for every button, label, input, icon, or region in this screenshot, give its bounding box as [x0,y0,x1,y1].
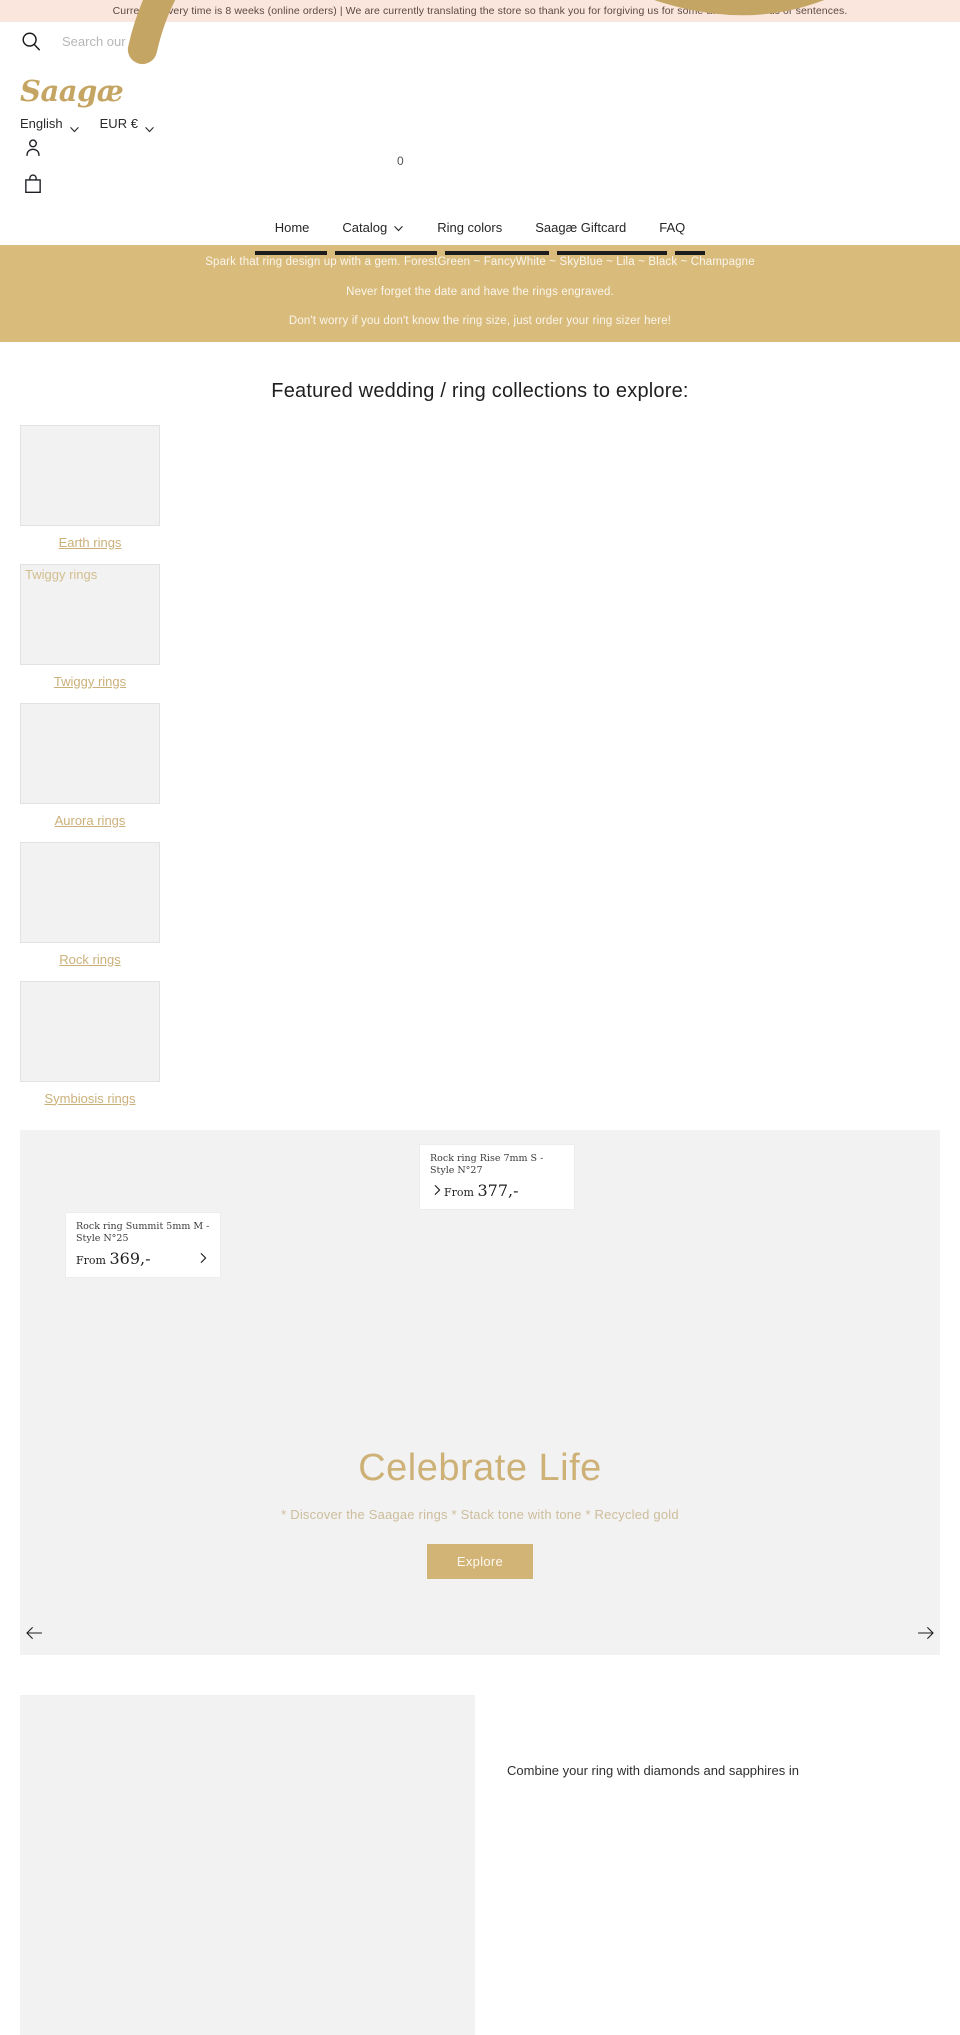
rich-block-text: Combine your ring with diamonds and sapp… [507,1762,799,1778]
hotspot-product-title: Rock ring Summit 5mm M - Style N°25 [76,1221,210,1245]
collection-thumbnail: Twiggy rings [20,563,160,665]
nav-underline-marks [0,251,960,255]
collection-card-aurora-rings[interactable]: Aurora rings [20,702,160,828]
rich-block-image [20,1694,475,2035]
collection-label[interactable]: Aurora rings [20,813,160,828]
promo-line-engraving[interactable]: Never forget the date and have the rings… [0,286,960,299]
hotspot-card-rock-ring-rise[interactable]: Rock ring Rise 7mm S - Style N°27 From 3… [420,1145,574,1209]
logo-swash-icon [128,0,825,65]
nav-item-label: FAQ [659,219,686,235]
chevron-down-icon [394,225,403,231]
collection-thumbnail [20,980,160,1082]
collection-label[interactable]: Twiggy rings [20,674,160,689]
collection-thumbnail [20,841,160,943]
slideshow-next-button[interactable] [916,1623,936,1643]
promo-line-ring-sizer[interactable]: Don't worry if you don't know the ring s… [0,315,960,328]
nav-item-label: Saagæ Giftcard [535,219,627,235]
collection-card-twiggy-rings[interactable]: Twiggy rings Twiggy rings [20,563,160,689]
hotspot-price-value: 369,- [109,1248,151,1268]
collection-list: Earth rings Twiggy rings Twiggy rings Au… [0,403,960,1106]
collection-card-rock-rings[interactable]: Rock rings [20,841,160,967]
hotspot-price-row: From 369,- [76,1249,210,1268]
nav-item-label: Home [274,219,310,235]
site-logo[interactable]: Saagæ [0,0,960,108]
account-icon[interactable] [22,137,44,159]
nav-item-catalog[interactable]: Catalog [342,220,404,235]
chevron-right-icon[interactable] [196,1251,210,1265]
promo-line-gem[interactable]: Spark that ring design up with a gem. Fo… [0,256,960,269]
collection-card-earth-rings[interactable]: Earth rings [20,424,160,550]
locale-selectors: English EUR € [0,108,960,133]
nav-item-label: Ring colors [437,219,503,235]
hotspot-price: From 369,- [76,1249,150,1268]
collection-thumbnail [20,702,160,804]
nav-item-label: Catalog [342,219,388,235]
hotspot-price-prefix: From [444,1185,474,1199]
chevron-down-icon [145,127,154,133]
collection-label[interactable]: Earth rings [20,535,160,550]
hotspot-price-prefix: From [76,1253,106,1267]
chevron-right-icon[interactable] [430,1183,444,1197]
promo-band: Spark that ring design up with a gem. Fo… [0,245,960,342]
hero-subtitle: * Discover the Saagae rings * Stack tone… [281,1507,679,1523]
hotspot-product-title: Rock ring Rise 7mm S - Style N°27 [430,1153,544,1177]
search-icon[interactable] [20,30,42,52]
logo-text: Saagæ [20,74,124,108]
collection-label[interactable]: Rock rings [20,952,160,967]
hero-copy: Celebrate Life * Discover the Saagae rin… [20,1446,940,1580]
hero-title: Celebrate Life [358,1446,602,1489]
language-label: English [20,116,63,131]
explore-button[interactable]: Explore [426,1544,534,1580]
hero-navigation [20,1623,940,1643]
currency-selector[interactable]: EUR € [99,116,155,133]
nav-item-home[interactable]: Home [275,220,310,235]
hotspot-price-value: 377,- [477,1180,519,1200]
nav-item-saagae-giftcard[interactable]: Saagæ Giftcard [535,220,626,235]
nav-item-faq[interactable]: FAQ [659,220,685,235]
language-selector[interactable]: English [20,116,80,133]
main-navigation: Home Catalog Ring colors Saagæ Giftcard … [0,209,960,245]
chevron-down-icon [69,127,79,133]
slideshow-prev-button[interactable] [24,1623,44,1643]
currency-label: EUR € [99,116,138,131]
header-icon-column [0,131,960,195]
rich-content-block: Combine your ring with diamonds and sapp… [20,1694,940,2035]
collection-thumbnail [20,424,160,526]
collection-card-symbiosis-rings[interactable]: Symbiosis rings [20,980,160,1106]
hotspot-price-row: From 377,- [430,1181,564,1200]
nav-item-ring-colors[interactable]: Ring colors [437,220,502,235]
cart-count-badge: 0 [397,154,404,168]
hotspot-card-rock-ring-summit[interactable]: Rock ring Summit 5mm M - Style N°25 From… [66,1213,220,1277]
hotspot-price: From 377,- [444,1181,518,1200]
collection-label[interactable]: Symbiosis rings [20,1091,160,1106]
cart-icon[interactable] [22,173,44,195]
featured-collections-heading: Featured wedding / ring collections to e… [271,379,689,402]
